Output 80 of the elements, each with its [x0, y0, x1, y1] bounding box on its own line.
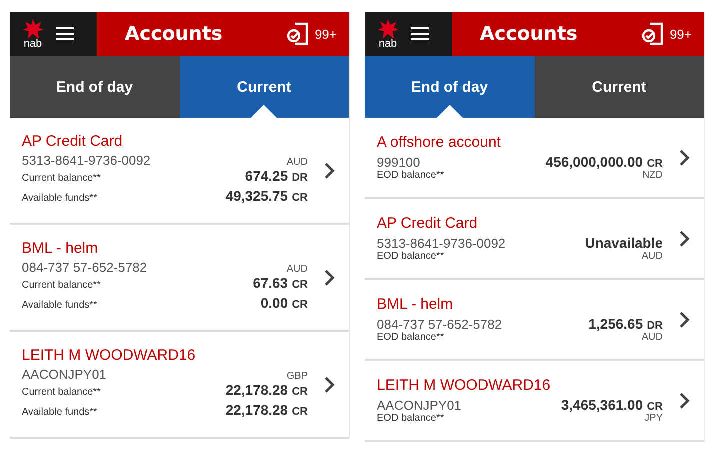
balance-label: EOD balance** — [377, 170, 444, 181]
account-number: 5313-8641-9736-0092 — [377, 236, 506, 251]
account-number: 084-737 57-652-5782 — [377, 317, 502, 332]
balance-amount: 49,325.75 — [226, 188, 288, 204]
account-name: LEITH M WOODWARD16 — [22, 347, 197, 364]
chevron-right-icon — [679, 392, 690, 410]
account-name: A offshore account — [377, 134, 502, 151]
balance-label: EOD balance** — [377, 413, 444, 424]
currency-code: AUD — [286, 264, 308, 275]
account-name: AP Credit Card — [377, 215, 479, 232]
balance-label: Available funds** — [22, 407, 98, 418]
screen-title: Accounts — [479, 23, 579, 45]
balance-label: Available funds** — [22, 193, 98, 204]
tab[interactable]: Current — [180, 56, 349, 118]
currency-code: AUD — [642, 332, 663, 343]
logo-text: nab — [378, 38, 398, 50]
account-number: AACONJPY01 — [22, 367, 107, 382]
credit-debit-label: DR — [292, 172, 308, 184]
account-row[interactable]: AP Credit Card 5313-8641-9736-0092 AUD Current balance** 674.25 DR Available funds** 49,325.75 CR — [10, 118, 349, 225]
menu-icon[interactable] — [411, 27, 429, 41]
account-row[interactable]: LEITH M WOODWARD16 AACONJPY01 GBP Current balance** 22,178.28 CR Available funds** 22,178.28 CR — [10, 332, 349, 439]
screen-title: Accounts — [124, 23, 224, 45]
notification-count: 99+ — [670, 26, 692, 42]
chevron-right-icon — [679, 230, 690, 248]
menu-icon[interactable] — [56, 27, 74, 41]
credit-debit-label: CR — [292, 279, 308, 291]
account-number: AACONJPY01 — [377, 398, 462, 413]
chevron-right-icon — [679, 148, 690, 166]
credit-debit-label: DR — [647, 320, 663, 332]
chevron-right-icon — [324, 162, 335, 180]
balance-amount: 3,465,361.00 — [561, 397, 644, 413]
balance-label: Current balance** — [22, 387, 101, 398]
chevron-right-icon — [679, 310, 690, 328]
account-number: 084-737 57-652-5782 — [22, 260, 148, 275]
balance-amount: 674.25 — [245, 168, 288, 184]
account-row[interactable]: AP Credit Card 5313-8641-9736-0092 Unavailable EOD balance** AUD — [365, 199, 704, 280]
balance-amount: Unavailable — [585, 235, 663, 251]
document-check-icon[interactable] — [286, 22, 309, 46]
balance-amount: 1,256.65 — [588, 316, 644, 332]
account-name: LEITH M WOODWARD16 — [377, 377, 552, 394]
currency-code: AUD — [642, 251, 663, 262]
balance-amount: 22,178.28 — [226, 382, 288, 398]
credit-debit-label: CR — [292, 386, 308, 398]
account-row[interactable]: BML - helm 084-737 57-652-5782 AUD Current balance** 67.63 CR Available funds** 0.00 CR — [10, 225, 349, 332]
tab[interactable]: End of day — [10, 56, 180, 118]
balance-amount: 22,178.28 — [226, 402, 288, 418]
account-number: 5313-8641-9736-0092 — [22, 153, 151, 168]
tab[interactable]: Current — [534, 56, 704, 118]
credit-debit-label: CR — [292, 192, 308, 204]
tab[interactable]: End of day — [365, 56, 534, 118]
balance-label: Current balance** — [22, 280, 101, 291]
currency-code: GBP — [286, 371, 308, 382]
account-name: BML - helm — [22, 240, 100, 257]
document-check-icon[interactable] — [642, 22, 664, 46]
balance-amount: 0.00 — [260, 295, 288, 311]
account-row[interactable]: A offshore account 999100 456,000,000.00 CR EOD balance** NZD — [365, 118, 704, 199]
chevron-right-icon — [324, 268, 335, 286]
currency-code: JPY — [644, 413, 663, 424]
credit-debit-label: CR — [647, 401, 663, 413]
balance-label: EOD balance** — [377, 251, 444, 262]
credit-debit-label: CR — [292, 406, 308, 418]
currency-code: NZD — [642, 170, 663, 181]
chevron-right-icon — [324, 376, 335, 394]
balance-amount: 456,000,000.00 — [546, 154, 644, 170]
credit-debit-label: CR — [292, 299, 308, 311]
star-logo-icon — [22, 18, 44, 38]
balance-label: Current balance** — [22, 173, 101, 184]
notification-count: 99+ — [314, 26, 337, 42]
balance-label: Available funds** — [22, 300, 98, 311]
currency-code: AUD — [286, 157, 308, 168]
account-row[interactable]: LEITH M WOODWARD16 AACONJPY01 3,465,361.00 CR EOD balance** JPY — [365, 361, 704, 442]
account-row[interactable]: BML - helm 084-737 57-652-5782 1,256.65 DR EOD balance** AUD — [365, 280, 704, 361]
balance-amount: 67.63 — [253, 275, 288, 291]
credit-debit-label: CR — [647, 158, 663, 170]
logo-text: nab — [24, 38, 42, 50]
star-logo-icon — [377, 18, 399, 38]
balance-label: EOD balance** — [377, 332, 444, 343]
account-name: AP Credit Card — [22, 133, 124, 150]
account-number: 999100 — [377, 155, 420, 170]
account-name: BML - helm — [377, 296, 454, 313]
